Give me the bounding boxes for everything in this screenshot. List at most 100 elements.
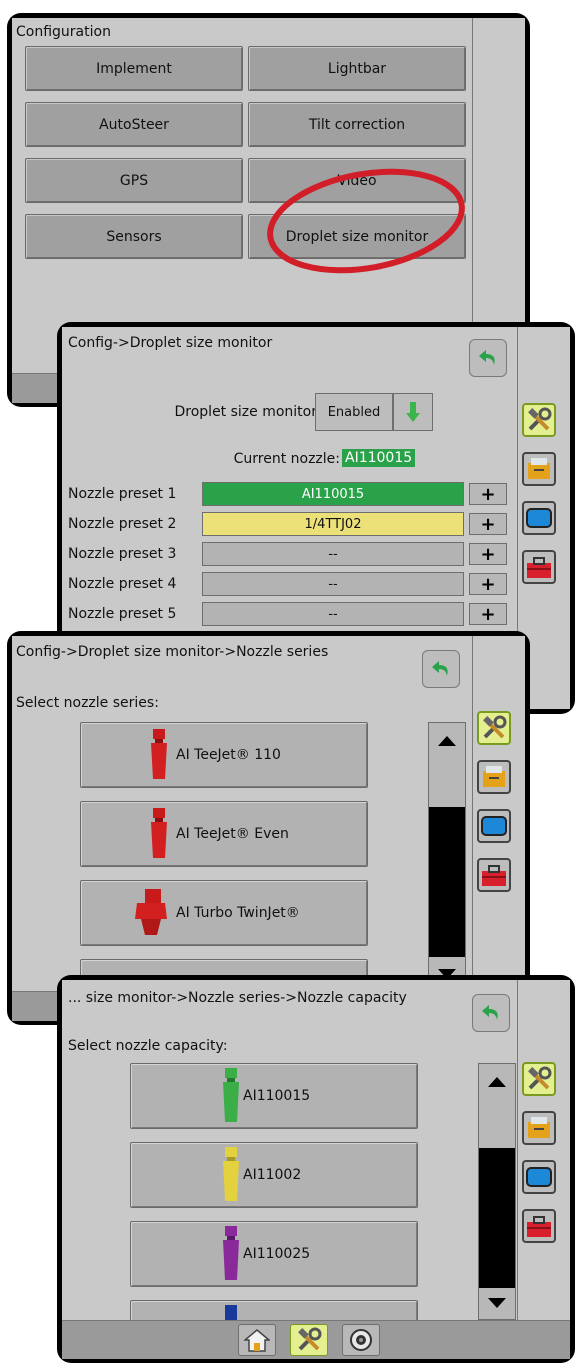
current-nozzle-label: Current nozzle: [233,451,340,467]
scroll-thumb[interactable] [479,1148,515,1288]
sidebar-console-button[interactable] [477,760,511,794]
sidebar-monitor-button[interactable] [522,501,556,535]
nozzle-series-item[interactable]: AI TeeJet® Even [80,801,368,867]
back-button[interactable] [469,339,507,377]
sidebar-console-button[interactable] [522,452,556,486]
sidebar-toolbox-button[interactable] [522,1209,556,1243]
sidebar [473,18,525,373]
sidebar-monitor-button[interactable] [477,809,511,843]
sidebar-toolbox-button[interactable] [522,550,556,584]
sensors-button[interactable]: Sensors [25,214,243,259]
console-icon [483,766,505,787]
implement-button[interactable]: Implement [25,46,243,91]
nozzle-capacity-item[interactable]: AI110025 [130,1221,418,1287]
nozzle-icon [151,729,167,779]
back-button[interactable] [422,650,460,688]
nozzle-icon [223,1147,239,1201]
sidebar-toolbox-button[interactable] [477,858,511,892]
down-arrow-icon [406,402,420,422]
tilt-correction-button[interactable]: Tilt correction [248,102,466,147]
sidebar-tools-button[interactable] [522,403,556,437]
nozzle-series-item[interactable]: AI TeeJet® 110 [80,722,368,788]
nozzle-preset-2-label: Nozzle preset 2 [68,516,177,532]
nozzle-capacity-label: AI110015 [243,1088,311,1104]
page-title: ... size monitor->Nozzle series->Nozzle … [68,990,407,1006]
nozzle-capacity-label: AI11002 [243,1167,302,1183]
back-arrow-icon [432,661,448,676]
sidebar-console-button[interactable] [522,1111,556,1145]
nozzle-preset-3-label: Nozzle preset 3 [68,546,177,562]
tools-icon [528,407,552,431]
sidebar [518,980,570,1320]
scrollbar[interactable] [428,722,466,992]
tools-icon [298,1327,322,1351]
scroll-thumb[interactable] [429,807,465,957]
nozzle-capacity-item[interactable]: AI110015 [130,1063,418,1129]
select-prompt: Select nozzle capacity: [68,1038,228,1054]
nozzle-preset-3-field[interactable]: -- [202,542,464,566]
back-arrow-icon [479,350,495,365]
highlight-ellipse [267,168,465,274]
page-title: Config->Droplet size monitor->Nozzle ser… [16,644,329,660]
current-nozzle-value: AI110015 [342,449,416,467]
nozzle-series-item[interactable]: AI Turbo TwinJet® [80,880,368,946]
dsm-value[interactable]: Enabled [315,393,393,431]
camera-button[interactable] [342,1324,380,1356]
nozzle-series-label: AI TeeJet® Even [176,826,289,842]
autosteer-button[interactable]: AutoSteer [25,102,243,147]
tools-icon [528,1066,552,1090]
monitor-icon [526,508,552,528]
scrollbar[interactable] [478,1063,516,1320]
gps-button[interactable]: GPS [25,158,243,203]
nozzle-preset-1-add-button[interactable]: + [469,483,507,505]
back-button[interactable] [472,994,510,1032]
console-icon [528,1117,550,1138]
console-icon [528,458,550,479]
scroll-up-button[interactable] [429,723,465,759]
nozzle-icon [225,1305,237,1321]
bottom-nav-bar [62,1320,570,1359]
down-arrow-icon [488,1298,506,1308]
sidebar [473,636,525,991]
scroll-down-button[interactable] [479,1288,515,1318]
monitor-icon [526,1167,552,1187]
nozzle-preset-2-field[interactable]: 1/4TTJ02 [202,512,464,536]
up-arrow-icon [438,736,456,746]
home-icon [244,1329,270,1352]
nozzle-preset-3-add-button[interactable]: + [469,543,507,565]
dsm-dropdown-button[interactable] [393,393,433,431]
page-title: Configuration [16,24,111,40]
nozzle-preset-4-field[interactable]: -- [202,572,464,596]
camera-icon [350,1329,372,1351]
nozzle-preset-5-add-button[interactable]: + [469,603,507,625]
nozzle-preset-5-field[interactable]: -- [202,602,464,626]
nozzle-capacity-item-partial[interactable] [130,1300,418,1322]
tools-tab-button[interactable] [290,1324,328,1356]
toolbox-icon [482,865,506,886]
dsm-label: Droplet size monitor [174,404,318,420]
nozzle-series-label: AI Turbo TwinJet® [176,905,300,921]
home-button[interactable] [238,1324,276,1356]
nozzle-series-panel: Config->Droplet size monitor->Nozzle ser… [7,631,530,1025]
scroll-up-button[interactable] [479,1064,515,1100]
nozzle-preset-1-field[interactable]: AI110015 [202,482,464,506]
nozzle-capacity-item[interactable]: AI11002 [130,1142,418,1208]
nozzle-series-screen: Config->Droplet size monitor->Nozzle ser… [12,636,472,993]
up-arrow-icon [488,1077,506,1087]
nozzle-capacity-label: AI110025 [243,1246,311,1262]
nozzle-preset-4-label: Nozzle preset 4 [68,576,177,592]
sidebar-monitor-button[interactable] [522,1160,556,1194]
back-arrow-icon [482,1005,498,1020]
page-title: Config->Droplet size monitor [68,335,273,351]
nozzle-capacity-panel: ... size monitor->Nozzle series->Nozzle … [57,975,575,1363]
tools-icon [483,715,507,739]
sidebar-tools-button[interactable] [522,1062,556,1096]
monitor-icon [481,816,507,836]
nozzle-preset-4-add-button[interactable]: + [469,573,507,595]
sidebar-tools-button[interactable] [477,711,511,745]
nozzle-series-label: AI TeeJet® 110 [176,747,281,763]
nozzle-preset-2-add-button[interactable]: + [469,513,507,535]
toolbox-icon [527,557,551,578]
twin-nozzle-icon [135,889,167,935]
lightbar-button[interactable]: Lightbar [248,46,466,91]
